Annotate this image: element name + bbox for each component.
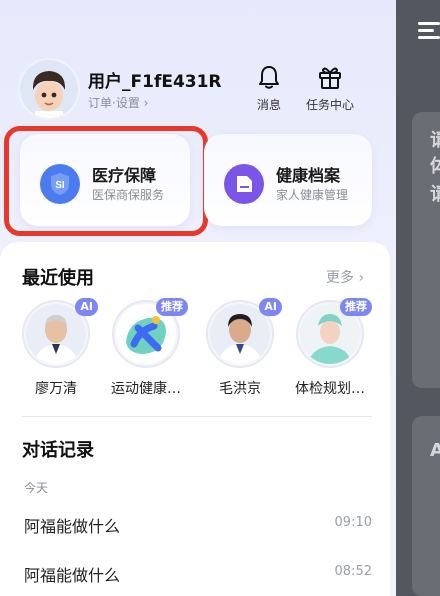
conversation-history-title: 对话记录 (22, 440, 94, 461)
user-avatar[interactable] (18, 58, 80, 120)
health-records-subtitle: 家人健康管理 (276, 188, 349, 202)
main-page-overlay[interactable]: 请 体 请 A (396, 0, 440, 596)
task-center-label: 任务中心 (305, 98, 354, 112)
conversation-title: 阿福能做什么 (24, 517, 121, 536)
ai-badge: AI (259, 298, 282, 316)
task-center-button[interactable]: 任务中心 (298, 64, 362, 113)
conversation-item[interactable]: 阿福能做什么 09:10 (24, 513, 374, 543)
ai-badge: AI (75, 298, 98, 316)
username[interactable]: 用户_F1fE431R (88, 67, 222, 92)
health-records-card[interactable]: 健康档案 家人健康管理 (204, 134, 372, 226)
main-text-fragment: 体 (430, 156, 440, 177)
messages-button[interactable]: 消息 (237, 64, 301, 113)
doctor-avatar: AI (22, 298, 98, 368)
divider (22, 416, 372, 417)
recent-item-liao[interactable]: AI 廖万清 (14, 298, 98, 398)
recommend-badge: 推荐 (156, 298, 188, 316)
recent-item-label: 廖万清 (35, 381, 77, 397)
main-text-fragment: 请 (430, 184, 440, 205)
messages-label: 消息 (256, 98, 281, 112)
more-link[interactable]: 更多 › (326, 267, 364, 287)
gift-icon (319, 67, 341, 89)
recent-item-checkup[interactable]: 推荐 体检规划… (288, 298, 372, 398)
main-text-fragment: 请 (430, 130, 440, 151)
recent-item-mao[interactable]: AI 毛洪京 (198, 298, 282, 398)
sidebar-drawer: 用户_F1fE431R 订单·设置 › 消息 任务中心 SI 医疗保障 医保商保… (0, 0, 396, 596)
recent-item-sports[interactable]: 推荐 运动健康… (104, 298, 188, 398)
recent-item-label: 体检规划… (295, 381, 365, 397)
conversation-item[interactable]: 阿福能做什么 08:52 (24, 562, 374, 592)
recommend-badge: 推荐 (340, 298, 372, 316)
bell-icon (259, 66, 279, 89)
recent-item-label: 毛洪京 (219, 381, 261, 397)
recent-title: 最近使用 (22, 268, 94, 289)
conversation-time: 09:10 (334, 515, 372, 530)
recent-item-label: 运动健康… (111, 381, 181, 397)
nurse-avatar: 推荐 (296, 298, 372, 368)
conversation-title: 阿福能做什么 (24, 566, 121, 585)
menu-icon[interactable] (418, 22, 440, 40)
health-records-title: 健康档案 (276, 166, 341, 185)
main-text-fragment: A (430, 440, 440, 461)
doctor-avatar: AI (206, 298, 282, 368)
conversation-time: 08:52 (334, 564, 372, 579)
highlight-box (4, 126, 208, 236)
date-group-label: 今天 (24, 481, 49, 495)
order-settings-link[interactable]: 订单·设置 › (88, 94, 148, 111)
folder-icon (224, 164, 264, 204)
sports-health-icon: 推荐 (112, 298, 188, 368)
